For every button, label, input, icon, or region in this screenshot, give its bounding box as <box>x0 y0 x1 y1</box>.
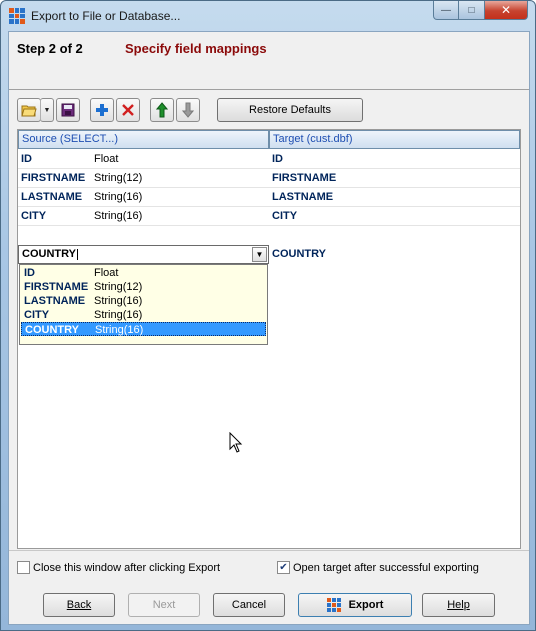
mapping-toolbar: ▼ <box>17 98 202 122</box>
source-field-name: CITY <box>21 210 47 222</box>
move-down-arrow-icon <box>182 102 194 118</box>
mapping-row[interactable]: ID Float ID <box>18 150 520 169</box>
move-up-arrow-icon <box>156 102 168 118</box>
step-indicator: Step 2 of 2 <box>17 41 83 56</box>
dropdown-item-field: LASTNAME <box>24 295 86 307</box>
cancel-button-label: Cancel <box>231 599 267 611</box>
mouse-pointer-icon <box>229 432 243 453</box>
dropdown-item-type: String(16) <box>94 309 143 321</box>
dropdown-item-type: String(16) <box>94 295 143 307</box>
maximize-button[interactable]: □ <box>459 1 485 20</box>
open-dropdown-button[interactable]: ▼ <box>40 98 54 122</box>
dropdown-item-selected[interactable]: COUNTRY String(16) <box>21 322 266 336</box>
minimize-icon: — <box>441 4 451 16</box>
dropdown-item[interactable]: FIRSTNAME String(12) <box>21 280 266 294</box>
target-field-name: FIRSTNAME <box>272 172 337 184</box>
restore-defaults-button[interactable]: Restore Defaults <box>217 98 363 122</box>
dropdown-item-field: CITY <box>24 309 50 321</box>
source-field-combobox[interactable]: COUNTRY ▼ <box>18 245 269 264</box>
field-mapping-grid[interactable]: Source (SELECT...) Target (cust.dbf) ID … <box>17 129 521 549</box>
source-field-name: ID <box>21 153 32 165</box>
close-button[interactable]: ✕ <box>485 1 528 20</box>
close-icon: ✕ <box>500 3 512 17</box>
app-grid-icon <box>9 8 25 24</box>
target-column-header[interactable]: Target (cust.dbf) <box>269 130 520 149</box>
export-dialog-window: Export to File or Database... — □ ✕ Step… <box>0 0 536 631</box>
save-disk-icon <box>61 103 75 117</box>
source-column-header[interactable]: Source (SELECT...) <box>18 130 269 149</box>
dropdown-item[interactable]: LASTNAME String(16) <box>21 294 266 308</box>
close-after-export-checkbox[interactable] <box>17 561 30 574</box>
save-button[interactable] <box>56 98 80 122</box>
open-target-label: Open target after successful exporting <box>293 561 479 574</box>
back-button[interactable]: Back <box>43 593 115 617</box>
add-plus-icon <box>96 104 108 116</box>
delete-x-icon <box>122 104 134 116</box>
target-field-name: COUNTRY <box>272 248 326 260</box>
target-field-name: CITY <box>272 210 298 222</box>
source-field-type: Float <box>94 153 119 165</box>
source-field-type: String(16) <box>94 210 143 222</box>
dropdown-item-type: String(12) <box>94 281 143 293</box>
dropdown-item[interactable]: CITY String(16) <box>21 308 266 322</box>
mapping-row[interactable]: FIRSTNAME String(12) FIRSTNAME <box>18 169 520 188</box>
mapping-row[interactable]: CITY String(16) CITY <box>18 207 520 226</box>
dropdown-item[interactable]: ID Float <box>21 266 266 280</box>
combobox-dropdown-button[interactable]: ▼ <box>252 247 267 262</box>
dropdown-arrow-icon: ▼ <box>43 106 51 114</box>
help-button[interactable]: Help <box>422 593 495 617</box>
title-bar[interactable]: Export to File or Database... — □ ✕ <box>1 1 535 31</box>
step-title: Specify field mappings <box>125 41 267 56</box>
dialog-client-area: Step 2 of 2 Specify field mappings ▼ Res… <box>8 31 530 625</box>
export-grid-icon <box>326 598 341 612</box>
text-caret <box>76 248 78 260</box>
move-down-button[interactable] <box>176 98 200 122</box>
window-title: Export to File or Database... <box>31 9 181 23</box>
wizard-header: Step 2 of 2 Specify field mappings <box>9 32 529 90</box>
dropdown-item-field: FIRSTNAME <box>24 281 89 293</box>
dropdown-item-type: Float <box>94 267 119 279</box>
dropdown-item-type: String(16) <box>95 324 144 336</box>
next-button[interactable]: Next <box>128 593 200 617</box>
source-field-name: LASTNAME <box>21 191 83 203</box>
source-field-name: FIRSTNAME <box>21 172 86 184</box>
back-button-label: Back <box>66 599 92 611</box>
chevron-down-icon: ▼ <box>255 250 264 259</box>
mapping-row[interactable]: LASTNAME String(16) LASTNAME <box>18 188 520 207</box>
source-field-type: String(12) <box>94 172 143 184</box>
dropdown-item-field: ID <box>24 267 35 279</box>
open-button[interactable] <box>17 98 41 122</box>
dropdown-item-field: COUNTRY <box>25 324 79 336</box>
open-target-option[interactable]: ✔ Open target after successful exporting <box>277 561 479 574</box>
field-dropdown-list[interactable]: ID Float FIRSTNAME String(12) LASTNAME S… <box>19 264 268 345</box>
footer-divider <box>9 550 529 551</box>
close-after-export-option[interactable]: Close this window after clicking Export <box>17 561 220 574</box>
target-field-name: ID <box>272 153 283 165</box>
source-field-type: String(16) <box>94 191 143 203</box>
maximize-icon: □ <box>468 4 475 16</box>
minimize-button[interactable]: — <box>433 1 459 20</box>
target-field-name: LASTNAME <box>272 191 334 203</box>
delete-field-button[interactable] <box>116 98 140 122</box>
help-button-label: Help <box>447 599 470 611</box>
cancel-button[interactable]: Cancel <box>213 593 285 617</box>
combobox-value: COUNTRY <box>22 248 78 260</box>
open-target-checkbox[interactable]: ✔ <box>277 561 290 574</box>
add-field-button[interactable] <box>90 98 114 122</box>
open-folder-icon <box>21 105 37 117</box>
checkmark-icon: ✔ <box>279 561 288 573</box>
move-up-button[interactable] <box>150 98 174 122</box>
close-after-export-label: Close this window after clicking Export <box>33 561 221 574</box>
next-button-label: Next <box>152 599 176 611</box>
export-button-label: Export <box>348 599 384 611</box>
export-button[interactable]: Export <box>298 593 412 617</box>
